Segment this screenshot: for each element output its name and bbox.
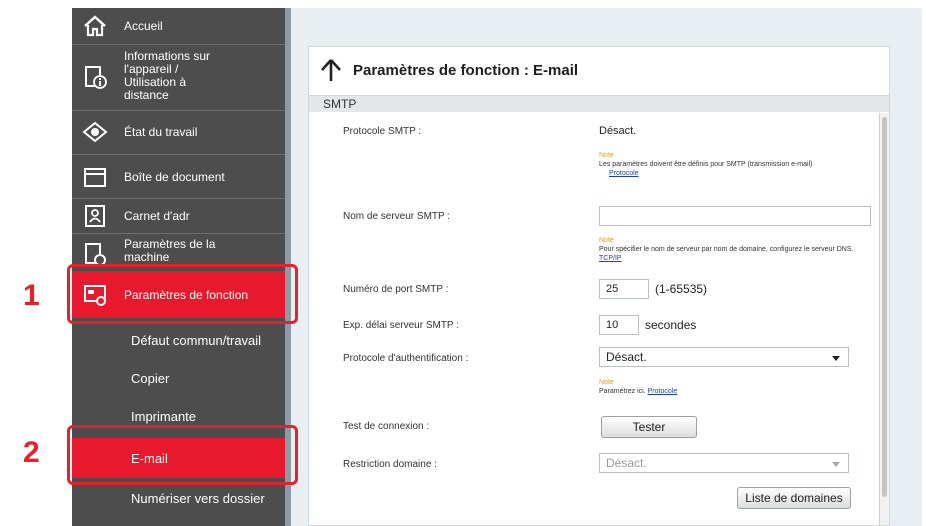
note-text: Les paramètres doivent être définis pour… — [599, 161, 813, 168]
smtp-protocol-value: Désact. — [599, 125, 637, 137]
sidebar-subitem-defaut[interactable]: Défaut commun/travail — [72, 322, 285, 358]
panel-header: Paramètres de fonction : E-mail — [309, 47, 889, 93]
protocol-link[interactable]: Protocole — [648, 388, 678, 395]
tcpip-link[interactable]: TCP/IP — [599, 255, 622, 262]
sidebar-subitem-copier[interactable]: Copier — [72, 360, 285, 396]
note-smtp: Note Les paramètres doivent être définis… — [599, 151, 849, 178]
machine-settings-icon — [81, 240, 109, 264]
highlight-step-1 — [67, 264, 298, 324]
sidebar-item-label: État du travail — [124, 125, 198, 139]
sidebar-item-label: Informations sur l'appareil / Utilisatio… — [124, 49, 211, 102]
chevron-down-icon — [832, 462, 840, 467]
sidebar-item-parametres-machine[interactable]: Paramètres de la machine — [72, 234, 285, 264]
sidebar-item-device-info[interactable]: Informations sur l'appareil / Utilisatio… — [72, 45, 285, 109]
sidebar-item-boite-document[interactable]: Boîte de document — [72, 155, 285, 198]
arrow-up-icon[interactable] — [319, 57, 343, 83]
step-marker-2: 2 — [23, 436, 40, 469]
note-text: Pour spécifier le nom de serveur par nom… — [599, 246, 854, 253]
smtp-server-label: Nom de serveur SMTP : — [343, 211, 451, 222]
auth-protocol-select[interactable]: Désact. — [599, 347, 849, 367]
domain-restriction-value: Désact. — [606, 456, 647, 470]
device-info-icon — [81, 63, 109, 91]
note-text: Paramétrez ici. — [599, 388, 646, 395]
note-auth: Note Paramétrez ici. Protocole — [599, 378, 849, 396]
screenshot: 1 2 Accueil Informations sur l'appareil … — [0, 0, 926, 526]
eye-icon — [81, 118, 109, 146]
home-icon — [81, 12, 109, 40]
note-title: Note — [599, 152, 614, 159]
domain-list-button[interactable]: Liste de domaines — [737, 487, 851, 509]
address-book-icon — [81, 202, 109, 230]
note-dns: Note Pour spécifier le nom de serveur pa… — [599, 236, 869, 263]
sidebar-subitem-label: Défaut commun/travail — [131, 332, 262, 348]
smtp-port-label: Numéro de port SMTP : — [343, 284, 449, 295]
note-title: Note — [599, 237, 614, 244]
connection-test-label: Test de connexion : — [343, 421, 430, 432]
sidebar-subitem-label: Numériser vers dossier — [131, 490, 265, 506]
domain-restriction-select[interactable]: Désact. — [599, 453, 849, 473]
chevron-down-icon — [832, 356, 840, 361]
test-connection-button[interactable]: Tester — [601, 416, 697, 438]
sidebar-item-label: Boîte de document — [124, 170, 225, 184]
scrollbar-thumb[interactable] — [882, 117, 887, 497]
page-title: Paramètres de fonction : E-mail — [353, 62, 579, 79]
sidebar-item-accueil[interactable]: Accueil — [72, 8, 285, 44]
auth-protocol-value: Désact. — [606, 350, 647, 364]
section-header: SMTP — [309, 95, 889, 112]
smtp-protocol-label: Protocole SMTP : — [343, 126, 422, 137]
port-range: (1-65535) — [655, 282, 708, 296]
settings-panel: Paramètres de fonction : E-mail SMTP Pro… — [308, 46, 890, 526]
sidebar-item-label: Paramètres de la machine — [124, 237, 216, 264]
sidebar-item-carnet-adr[interactable]: Carnet d'adr — [72, 199, 285, 233]
domain-restriction-label: Restriction domaine : — [343, 459, 437, 470]
timeout-unit: secondes — [645, 318, 697, 332]
sidebar-subitem-label: Imprimante — [131, 408, 197, 424]
smtp-timeout-label: Exp. délai serveur SMTP : — [343, 320, 459, 331]
sidebar-item-label: Carnet d'adr — [124, 209, 190, 223]
highlight-step-2 — [67, 425, 298, 485]
sidebar-item-label: Accueil — [124, 19, 163, 33]
sidebar-subitem-label: Copier — [131, 370, 170, 386]
protocol-link[interactable]: Protocole — [609, 170, 639, 177]
scrollbar[interactable] — [879, 113, 889, 525]
note-title: Note — [599, 379, 614, 386]
auth-protocol-label: Protocole d'authentification : — [343, 353, 469, 364]
smtp-timeout-input[interactable] — [599, 315, 639, 335]
step-marker-1: 1 — [23, 279, 40, 312]
sidebar-item-etat-travail[interactable]: État du travail — [72, 111, 285, 154]
sidebar-subitem-numeriser[interactable]: Numériser vers dossier — [72, 480, 285, 516]
smtp-port-input[interactable] — [599, 279, 649, 299]
smtp-server-input[interactable] — [599, 206, 871, 226]
section-label: SMTP — [323, 97, 357, 111]
folder-icon — [81, 163, 109, 191]
